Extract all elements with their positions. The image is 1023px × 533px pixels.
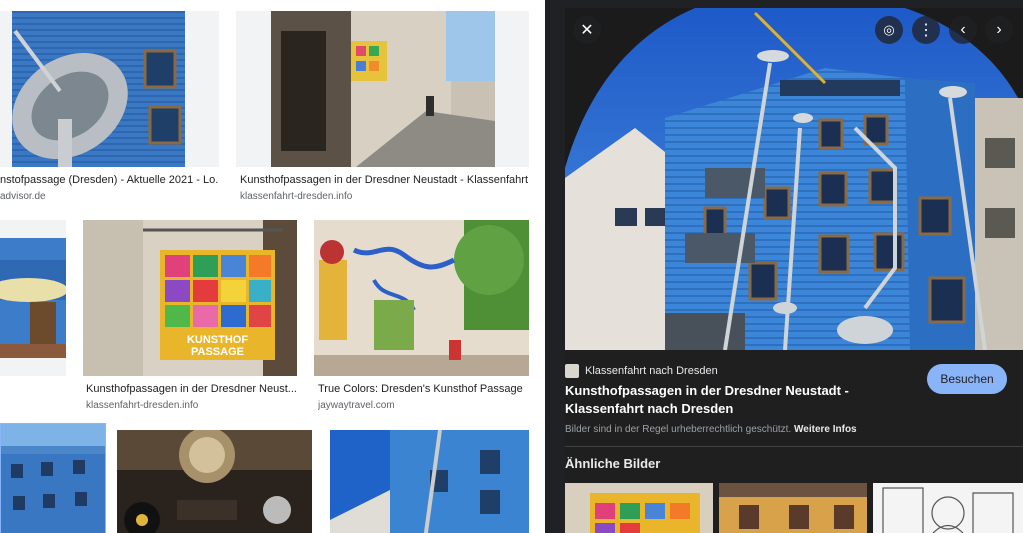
result-image-5-selected[interactable] [0, 423, 106, 533]
result-title-1[interactable]: nstofpassage (Dresden) - Aktuelle 2021 -… [0, 174, 219, 186]
lens-icon[interactable]: ◎ [875, 16, 903, 44]
divider [565, 446, 1023, 447]
visit-button[interactable]: Besuchen [927, 364, 1007, 394]
result-source-3: klassenfahrt-dresden.info [86, 400, 199, 411]
site-name: Klassenfahrt nach Dresden [585, 365, 718, 377]
result-source-4: jaywaytravel.com [318, 400, 395, 411]
result-title-2[interactable]: Kunsthofpassagen in der Dresdner Neustad… [240, 174, 529, 186]
result-source-2: klassenfahrt-dresden.info [240, 191, 353, 202]
copyright-notice: Bilder sind in der Regel urheberrechtlic… [565, 424, 857, 435]
result-image-6[interactable] [117, 430, 312, 533]
more-info-link[interactable]: Weitere Infos [794, 424, 857, 435]
result-image-1[interactable] [0, 11, 219, 167]
result-title-4[interactable]: True Colors: Dresden's Kunsthof Passage [318, 383, 529, 395]
close-icon[interactable]: ✕ [573, 16, 601, 44]
similar-image-3[interactable] [873, 483, 1023, 533]
preview-panel: ✕ ◎ ⋮ ‹ › Klassenfahrt nach Dresden Kuns… [545, 0, 1023, 533]
result-image-3[interactable]: KUNSTHOF PASSAGE [83, 220, 297, 376]
result-image-7[interactable] [330, 430, 529, 533]
site-favicon-icon [565, 364, 579, 378]
chevron-left-icon[interactable]: ‹ [949, 16, 977, 44]
preview-title[interactable]: Kunsthofpassagen in der Dresdner Neustad… [565, 382, 915, 418]
preview-image[interactable]: ✕ ◎ ⋮ ‹ › [565, 8, 1023, 350]
results-grid: nstofpassage (Dresden) - Aktuelle 2021 -… [0, 0, 545, 533]
result-image-partial[interactable] [0, 220, 66, 376]
result-image-2[interactable] [236, 11, 529, 167]
result-title-3[interactable]: Kunsthofpassagen in der Dresdner Neust..… [86, 383, 297, 395]
source-site[interactable]: Klassenfahrt nach Dresden [565, 364, 718, 378]
sign-text: KUNSTHOF PASSAGE [186, 334, 249, 358]
copyright-text: Bilder sind in der Regel urheberrechtlic… [565, 424, 792, 435]
similar-image-1[interactable] [565, 483, 713, 533]
more-vert-icon[interactable]: ⋮ [912, 16, 940, 44]
similar-images-heading: Ähnliche Bilder [565, 456, 661, 471]
result-image-4[interactable] [314, 220, 529, 376]
chevron-right-icon[interactable]: › [985, 16, 1013, 44]
result-source-1: advisor.de [0, 191, 46, 202]
similar-image-2[interactable] [719, 483, 867, 533]
